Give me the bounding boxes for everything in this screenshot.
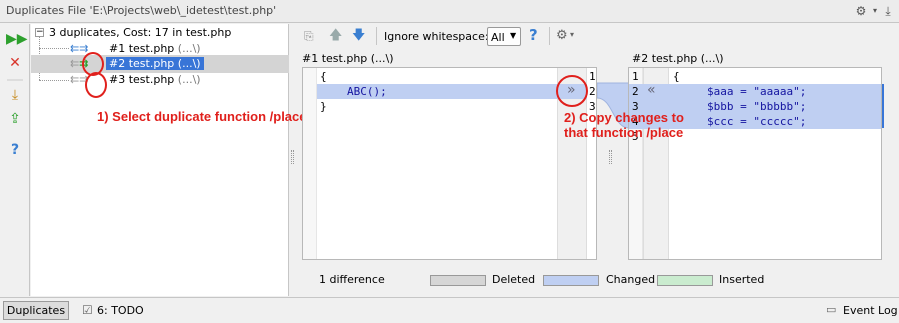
- line-number: 1: [589, 70, 596, 83]
- left-pane-header: #1 test.php (...\): [302, 52, 394, 65]
- ignore-whitespace-select[interactable]: All ▼: [487, 27, 521, 46]
- help-icon[interactable]: ?: [6, 141, 24, 159]
- event-log-tab[interactable]: Event Log: [843, 304, 898, 317]
- toolbar-divider: [376, 27, 377, 45]
- help-icon[interactable]: ?: [529, 26, 538, 44]
- splitter-handle[interactable]: [609, 150, 612, 164]
- annotation-step2: 2) Copy changes to that function /place: [564, 110, 684, 140]
- code-line: }: [320, 100, 327, 113]
- line-number: 1: [632, 70, 639, 83]
- red-circle-annotation: [556, 75, 588, 107]
- rerun-icon[interactable]: ▶▶: [6, 30, 28, 48]
- toolbar-divider: [549, 27, 550, 45]
- changed-label: Changed: [606, 273, 656, 286]
- scroll-marker[interactable]: [882, 84, 884, 128]
- code-line: {: [673, 70, 680, 83]
- tree-item-hint: (...\): [177, 73, 201, 86]
- annotation-step2-line2: that function /place: [564, 125, 684, 140]
- splitter-handle[interactable]: [291, 150, 294, 164]
- tree-item-hint: (...\): [177, 42, 201, 55]
- bottom-bar: Duplicates ☑ 6: TODO ▭ Event Log: [0, 297, 899, 323]
- code-line: $bbb = "bbbbb";: [707, 100, 807, 113]
- export-icon[interactable]: ⤓: [6, 86, 24, 104]
- code-line: $ccc = "ccccc";: [707, 115, 807, 128]
- changed-swatch: [543, 275, 599, 286]
- todo-tab[interactable]: 6: TODO: [97, 304, 144, 317]
- code-line: $aaa = "aaaaa";: [707, 85, 807, 98]
- tree-item-3[interactable]: #3 test.php (...\): [109, 72, 201, 88]
- select-value: All: [491, 31, 505, 44]
- ignore-whitespace-label: Ignore whitespace:: [384, 30, 489, 43]
- inserted-swatch: [657, 275, 713, 286]
- left-gutter: [303, 68, 317, 259]
- tree-item-2[interactable]: #2 test.php (...\): [106, 56, 204, 72]
- event-log-icon: ▭: [826, 303, 837, 316]
- previous-difference-icon[interactable]: 🡅: [329, 28, 345, 44]
- deleted-label: Deleted: [492, 273, 536, 286]
- hide-down-icon[interactable]: ⤓: [880, 3, 896, 19]
- line-number: 2: [589, 85, 596, 98]
- annotation-step1: 1) Select duplicate function /place: [97, 109, 307, 124]
- copy-icon[interactable]: ⎘: [304, 28, 320, 44]
- tree-item-label: #3 test.php: [109, 73, 175, 86]
- deleted-swatch: [430, 275, 486, 286]
- right-pane-header: #2 test.php (...\): [632, 52, 724, 65]
- copy-left-icon[interactable]: «: [647, 82, 656, 98]
- title-bar: Duplicates File 'E:\Projects\web\_idetes…: [0, 0, 899, 23]
- close-icon[interactable]: ✕: [6, 54, 24, 72]
- next-difference-icon[interactable]: 🡇: [352, 28, 368, 44]
- line-number: 2: [632, 85, 639, 98]
- chevron-down-icon[interactable]: ▾: [570, 30, 574, 39]
- diff-toolbar: ⎘ 🡅 🡇 Ignore whitespace: All ▼ ? ⚙ ▾: [296, 24, 899, 50]
- tree-item-label: #1 test.php: [109, 42, 175, 55]
- tree-item-label-selected: #2 test.php (...\): [106, 57, 204, 70]
- left-editor[interactable]: { ABC(); } » 1 2 3: [302, 67, 597, 260]
- annotation-step2-line1: 2) Copy changes to: [564, 110, 684, 125]
- code-line: {: [320, 70, 327, 83]
- todo-icon: ☑: [82, 303, 93, 317]
- duplicates-tab[interactable]: Duplicates: [3, 301, 69, 320]
- chevron-down-icon: ▼: [510, 31, 517, 40]
- left-toolbar: ▶▶ ✕ ⤓ ⇪ ?: [0, 24, 30, 296]
- inserted-label: Inserted: [719, 273, 765, 286]
- code-line: ABC();: [347, 85, 387, 98]
- export-to-file-icon[interactable]: ⇪: [6, 110, 24, 128]
- settings-icon[interactable]: ⚙: [556, 28, 568, 43]
- diff-connector: [597, 82, 629, 129]
- window-title: Duplicates File 'E:\Projects\web\_idetes…: [6, 4, 277, 17]
- duplicates-tree: − 3 duplicates, Cost: 17 in test.php ⇇⇉ …: [31, 24, 307, 296]
- collapse-toggle[interactable]: −: [35, 28, 44, 37]
- tree-root[interactable]: 3 duplicates, Cost: 17 in test.php: [49, 25, 231, 41]
- difference-count: 1 difference: [319, 273, 385, 286]
- toolbar-divider: [7, 79, 23, 81]
- right-editor[interactable]: 1 2 3 4 5 « { $aaa = "aaaaa"; $bbb = "bb…: [628, 67, 882, 260]
- red-circle-annotation: [85, 72, 107, 98]
